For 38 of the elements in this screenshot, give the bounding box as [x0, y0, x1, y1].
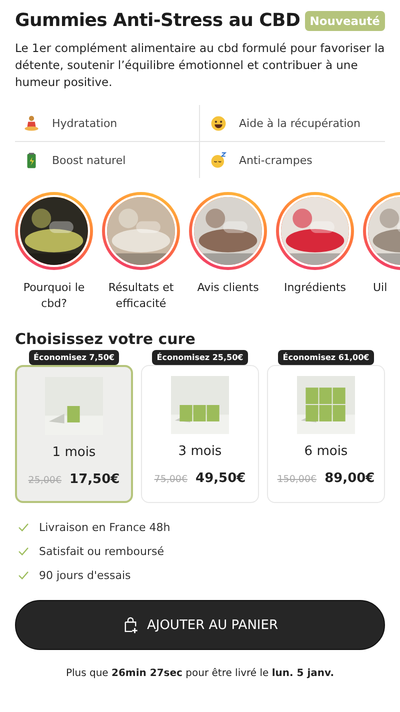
- old-price: 150,00€: [277, 474, 317, 485]
- story-label[interactable]: Pourquoi le cbd?: [15, 280, 93, 312]
- price: 17,50€: [70, 472, 120, 487]
- old-price: 75,00€: [154, 474, 188, 485]
- saving-badge: Économisez 61,00€: [278, 350, 374, 365]
- offer-card[interactable]: 6 mois 150,00€ 89,00€: [267, 365, 385, 503]
- offer-card[interactable]: 3 mois 75,00€ 49,50€: [141, 365, 259, 503]
- benefit-text: Satisfait ou remboursé: [39, 545, 164, 558]
- section-heading: Choisissez votre cure: [15, 330, 196, 348]
- benefit-text: 90 jours d'essais: [39, 569, 131, 582]
- feature-label: Boost naturel: [52, 154, 126, 166]
- feature-label: Anti-crampes: [239, 154, 312, 166]
- check-icon: [18, 571, 29, 580]
- grinning-face-icon: [210, 114, 227, 132]
- old-price: 25,00€: [28, 475, 62, 486]
- saving-badge: Économisez 25,50€: [152, 350, 248, 365]
- product-title: Gummies Anti-Stress au CBD: [15, 10, 300, 31]
- benefit-text: Livraison en France 48h: [39, 521, 170, 534]
- feature-label: Hydratation: [52, 116, 118, 130]
- delivery-note: Plus que 26min 27sec pour être livré le lun. 5 janv.: [64, 668, 336, 679]
- story-label[interactable]: Résultats et efficacité: [102, 280, 180, 312]
- add-to-cart-button[interactable]: AJOUTER AU PANIER: [15, 600, 385, 650]
- story-label[interactable]: Avis clients: [197, 280, 259, 296]
- price: 49,50€: [196, 471, 246, 486]
- price: 89,00€: [324, 471, 375, 486]
- offer-card[interactable]: 1 mois 25,00€ 17,50€: [15, 365, 133, 503]
- product-description: Le 1er complément alimentaire au cbd formulé pour favoriser la détente, soutenir l’équilibre émotionnel et contribuer à une humeur positive.: [15, 40, 385, 91]
- feature-label: Aide à la récupération: [239, 116, 361, 130]
- saving-badge: Économisez 7,50€: [28, 350, 120, 365]
- sleeping-face-icon: [210, 152, 227, 168]
- story-label[interactable]: Ingrédients: [284, 280, 346, 296]
- check-icon: [18, 523, 29, 532]
- story-label[interactable]: Uil: [363, 280, 388, 296]
- duration-label: 6 mois: [304, 444, 348, 459]
- duration-label: 3 mois: [178, 444, 222, 459]
- new-badge: Nouveauté: [304, 10, 385, 30]
- check-icon: [18, 547, 29, 556]
- duration-label: 1 mois: [52, 445, 96, 460]
